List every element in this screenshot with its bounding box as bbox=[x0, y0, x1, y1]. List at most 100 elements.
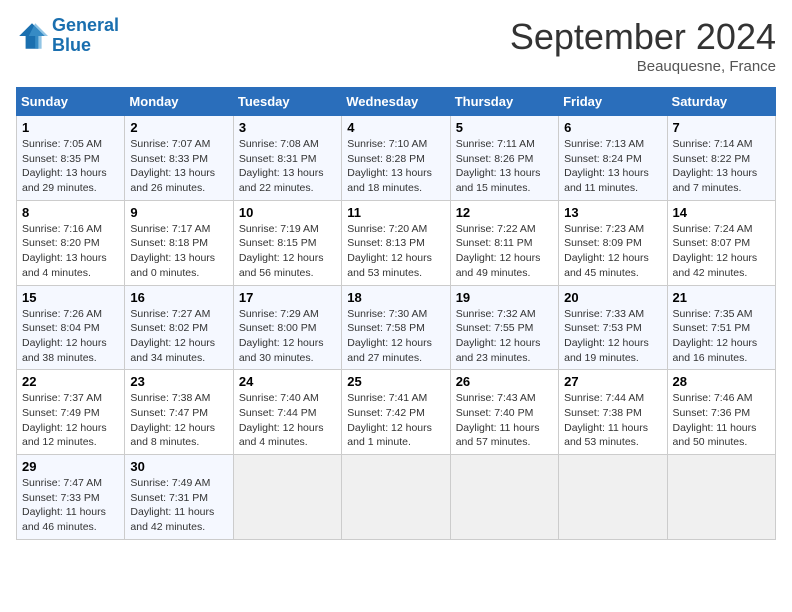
day-number: 12 bbox=[456, 205, 553, 220]
weekday-header-saturday: Saturday bbox=[667, 88, 775, 116]
day-detail: Sunrise: 7:05 AM Sunset: 8:35 PM Dayligh… bbox=[22, 137, 119, 196]
weekday-header-sunday: Sunday bbox=[17, 88, 125, 116]
calendar-cell: 17 Sunrise: 7:29 AM Sunset: 8:00 PM Dayli… bbox=[233, 285, 341, 370]
day-detail: Sunrise: 7:13 AM Sunset: 8:24 PM Dayligh… bbox=[564, 137, 661, 196]
day-number: 29 bbox=[22, 459, 119, 474]
calendar-cell bbox=[450, 455, 558, 540]
day-detail: Sunrise: 7:38 AM Sunset: 7:47 PM Dayligh… bbox=[130, 391, 227, 450]
calendar-cell: 25 Sunrise: 7:41 AM Sunset: 7:42 PM Dayli… bbox=[342, 370, 450, 455]
calendar-cell: 18 Sunrise: 7:30 AM Sunset: 7:58 PM Dayli… bbox=[342, 285, 450, 370]
day-detail: Sunrise: 7:35 AM Sunset: 7:51 PM Dayligh… bbox=[673, 307, 770, 366]
day-detail: Sunrise: 7:26 AM Sunset: 8:04 PM Dayligh… bbox=[22, 307, 119, 366]
day-number: 28 bbox=[673, 374, 770, 389]
title-block: September 2024 Beauquesne, France bbox=[510, 16, 776, 75]
weekday-header-row: SundayMondayTuesdayWednesdayThursdayFrid… bbox=[17, 88, 776, 116]
day-number: 13 bbox=[564, 205, 661, 220]
page-header: General Blue September 2024 Beauquesne, … bbox=[16, 16, 776, 75]
weekday-header-wednesday: Wednesday bbox=[342, 88, 450, 116]
calendar-cell: 4 Sunrise: 7:10 AM Sunset: 8:28 PM Daylig… bbox=[342, 116, 450, 201]
calendar-cell: 13 Sunrise: 7:23 AM Sunset: 8:09 PM Dayli… bbox=[559, 200, 667, 285]
calendar-cell bbox=[233, 455, 341, 540]
day-detail: Sunrise: 7:29 AM Sunset: 8:00 PM Dayligh… bbox=[239, 307, 336, 366]
day-detail: Sunrise: 7:17 AM Sunset: 8:18 PM Dayligh… bbox=[130, 222, 227, 281]
day-number: 8 bbox=[22, 205, 119, 220]
day-detail: Sunrise: 7:43 AM Sunset: 7:40 PM Dayligh… bbox=[456, 391, 553, 450]
logo: General Blue bbox=[16, 16, 119, 56]
calendar-cell bbox=[559, 455, 667, 540]
calendar-cell: 9 Sunrise: 7:17 AM Sunset: 8:18 PM Daylig… bbox=[125, 200, 233, 285]
location: Beauquesne, France bbox=[510, 58, 776, 75]
calendar-cell: 26 Sunrise: 7:43 AM Sunset: 7:40 PM Dayli… bbox=[450, 370, 558, 455]
day-detail: Sunrise: 7:44 AM Sunset: 7:38 PM Dayligh… bbox=[564, 391, 661, 450]
calendar-cell: 14Sunrise: 7:24 AM Sunset: 8:07 PM Dayli… bbox=[667, 200, 775, 285]
day-number: 3 bbox=[239, 120, 336, 135]
month-title: September 2024 bbox=[510, 16, 776, 58]
calendar-cell: 12Sunrise: 7:22 AM Sunset: 8:11 PM Dayli… bbox=[450, 200, 558, 285]
day-detail: Sunrise: 7:24 AM Sunset: 8:07 PM Dayligh… bbox=[673, 222, 770, 281]
calendar-cell: 10Sunrise: 7:19 AM Sunset: 8:15 PM Dayli… bbox=[233, 200, 341, 285]
calendar-week-row: 22 Sunrise: 7:37 AM Sunset: 7:49 PM Dayli… bbox=[17, 370, 776, 455]
calendar-week-row: 29 Sunrise: 7:47 AM Sunset: 7:33 PM Dayli… bbox=[17, 455, 776, 540]
weekday-header-friday: Friday bbox=[559, 88, 667, 116]
day-detail: Sunrise: 7:20 AM Sunset: 8:13 PM Dayligh… bbox=[347, 222, 444, 281]
day-detail: Sunrise: 7:14 AM Sunset: 8:22 PM Dayligh… bbox=[673, 137, 770, 196]
calendar-table: SundayMondayTuesdayWednesdayThursdayFrid… bbox=[16, 87, 776, 540]
day-detail: Sunrise: 7:08 AM Sunset: 8:31 PM Dayligh… bbox=[239, 137, 336, 196]
logo-text: General Blue bbox=[52, 16, 119, 56]
day-number: 11 bbox=[347, 205, 444, 220]
weekday-header-thursday: Thursday bbox=[450, 88, 558, 116]
logo-icon bbox=[16, 20, 48, 52]
calendar-cell: 22 Sunrise: 7:37 AM Sunset: 7:49 PM Dayli… bbox=[17, 370, 125, 455]
day-number: 15 bbox=[22, 290, 119, 305]
calendar-cell: 30 Sunrise: 7:49 AM Sunset: 7:31 PM Dayli… bbox=[125, 455, 233, 540]
calendar-cell: 24Sunrise: 7:40 AM Sunset: 7:44 PM Dayli… bbox=[233, 370, 341, 455]
day-number: 18 bbox=[347, 290, 444, 305]
day-detail: Sunrise: 7:40 AM Sunset: 7:44 PM Dayligh… bbox=[239, 391, 336, 450]
day-number: 17 bbox=[239, 290, 336, 305]
day-detail: Sunrise: 7:49 AM Sunset: 7:31 PM Dayligh… bbox=[130, 476, 227, 535]
day-number: 25 bbox=[347, 374, 444, 389]
day-detail: Sunrise: 7:23 AM Sunset: 8:09 PM Dayligh… bbox=[564, 222, 661, 281]
calendar-cell bbox=[342, 455, 450, 540]
day-detail: Sunrise: 7:47 AM Sunset: 7:33 PM Dayligh… bbox=[22, 476, 119, 535]
day-detail: Sunrise: 7:16 AM Sunset: 8:20 PM Dayligh… bbox=[22, 222, 119, 281]
day-detail: Sunrise: 7:41 AM Sunset: 7:42 PM Dayligh… bbox=[347, 391, 444, 450]
day-number: 22 bbox=[22, 374, 119, 389]
calendar-week-row: 1 Sunrise: 7:05 AM Sunset: 8:35 PM Daylig… bbox=[17, 116, 776, 201]
calendar-cell: 7 Sunrise: 7:14 AM Sunset: 8:22 PM Daylig… bbox=[667, 116, 775, 201]
day-detail: Sunrise: 7:19 AM Sunset: 8:15 PM Dayligh… bbox=[239, 222, 336, 281]
day-number: 26 bbox=[456, 374, 553, 389]
calendar-cell: 19 Sunrise: 7:32 AM Sunset: 7:55 PM Dayli… bbox=[450, 285, 558, 370]
calendar-cell: 23 Sunrise: 7:38 AM Sunset: 7:47 PM Dayli… bbox=[125, 370, 233, 455]
day-number: 27 bbox=[564, 374, 661, 389]
day-detail: Sunrise: 7:32 AM Sunset: 7:55 PM Dayligh… bbox=[456, 307, 553, 366]
calendar-cell: 21 Sunrise: 7:35 AM Sunset: 7:51 PM Dayli… bbox=[667, 285, 775, 370]
day-number: 20 bbox=[564, 290, 661, 305]
day-number: 9 bbox=[130, 205, 227, 220]
weekday-header-tuesday: Tuesday bbox=[233, 88, 341, 116]
day-number: 30 bbox=[130, 459, 227, 474]
calendar-cell: 16Sunrise: 7:27 AM Sunset: 8:02 PM Dayli… bbox=[125, 285, 233, 370]
calendar-cell: 6Sunrise: 7:13 AM Sunset: 8:24 PM Daylig… bbox=[559, 116, 667, 201]
day-detail: Sunrise: 7:07 AM Sunset: 8:33 PM Dayligh… bbox=[130, 137, 227, 196]
day-detail: Sunrise: 7:30 AM Sunset: 7:58 PM Dayligh… bbox=[347, 307, 444, 366]
calendar-cell: 29 Sunrise: 7:47 AM Sunset: 7:33 PM Dayli… bbox=[17, 455, 125, 540]
day-detail: Sunrise: 7:37 AM Sunset: 7:49 PM Dayligh… bbox=[22, 391, 119, 450]
calendar-cell: 11 Sunrise: 7:20 AM Sunset: 8:13 PM Dayli… bbox=[342, 200, 450, 285]
calendar-cell: 3 Sunrise: 7:08 AM Sunset: 8:31 PM Daylig… bbox=[233, 116, 341, 201]
calendar-cell: 15 Sunrise: 7:26 AM Sunset: 8:04 PM Dayli… bbox=[17, 285, 125, 370]
day-number: 4 bbox=[347, 120, 444, 135]
day-number: 23 bbox=[130, 374, 227, 389]
day-number: 1 bbox=[22, 120, 119, 135]
day-number: 7 bbox=[673, 120, 770, 135]
calendar-cell: 8 Sunrise: 7:16 AM Sunset: 8:20 PM Daylig… bbox=[17, 200, 125, 285]
day-detail: Sunrise: 7:46 AM Sunset: 7:36 PM Dayligh… bbox=[673, 391, 770, 450]
day-number: 19 bbox=[456, 290, 553, 305]
day-detail: Sunrise: 7:33 AM Sunset: 7:53 PM Dayligh… bbox=[564, 307, 661, 366]
day-number: 2 bbox=[130, 120, 227, 135]
calendar-cell: 20 Sunrise: 7:33 AM Sunset: 7:53 PM Dayli… bbox=[559, 285, 667, 370]
day-number: 16 bbox=[130, 290, 227, 305]
calendar-cell: 1 Sunrise: 7:05 AM Sunset: 8:35 PM Daylig… bbox=[17, 116, 125, 201]
day-number: 21 bbox=[673, 290, 770, 305]
day-detail: Sunrise: 7:10 AM Sunset: 8:28 PM Dayligh… bbox=[347, 137, 444, 196]
